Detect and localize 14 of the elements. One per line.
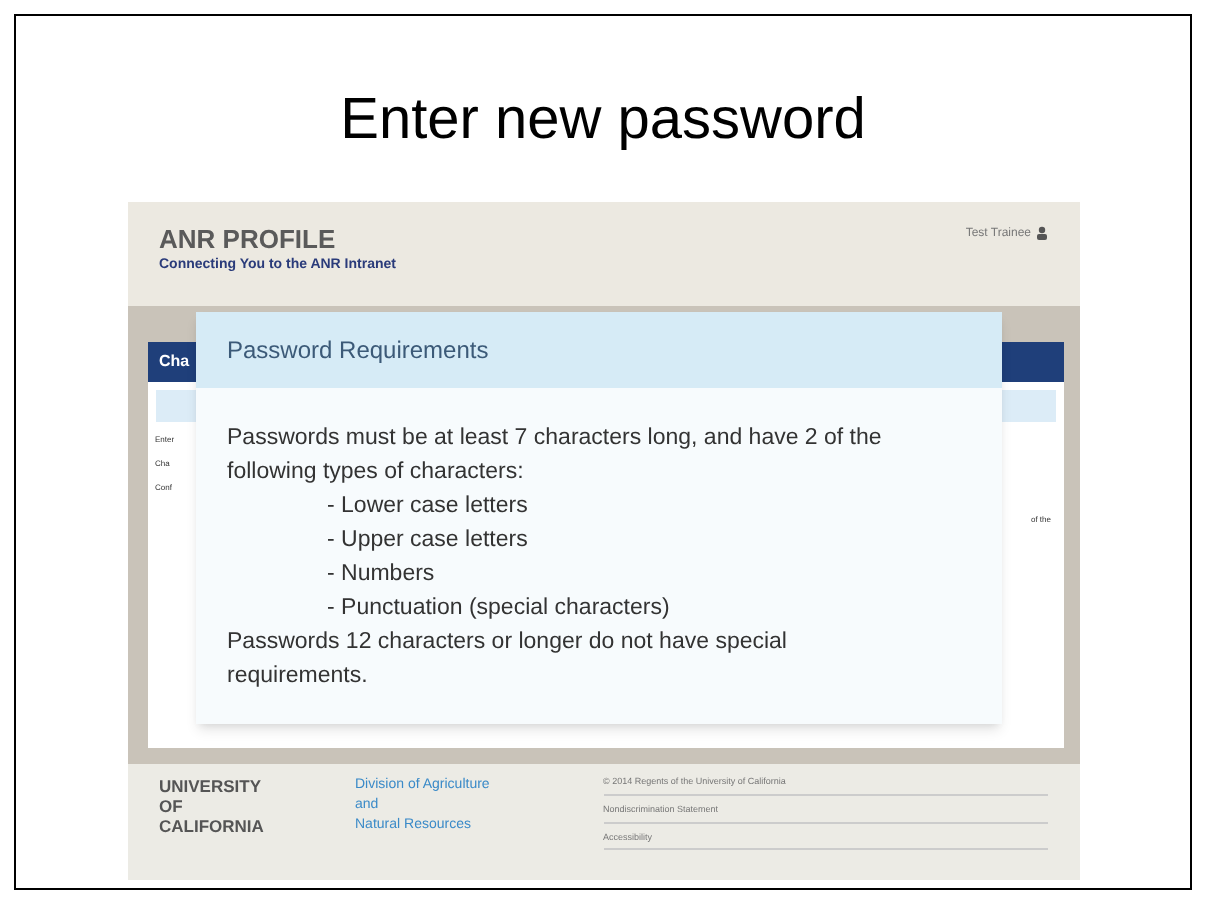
requirement-item: - Numbers [325,560,437,590]
university-logo-text: UNIVERSITY [159,776,264,796]
requirement-item: - Punctuation (special characters) [325,594,672,624]
user-icon [1035,226,1047,240]
university-logo-text: OF [159,796,185,816]
university-logo-text: CALIFORNIA [159,816,266,836]
slide-title: Enter new password [340,92,866,150]
note-text: Passwords 12 characters or longer do not have special requirements. [227,628,789,692]
requirement-item: - Lower case letters [325,492,530,522]
dialog-title: Password Requirements [227,334,489,368]
intro-text: Passwords must be at least 7 characters long, and have 2 of the following types of characters: [227,424,884,488]
requirement-item: - Upper case letters [325,526,530,556]
site-title: ANR PROFILE [159,226,338,252]
panel-title: Cha [159,350,190,374]
